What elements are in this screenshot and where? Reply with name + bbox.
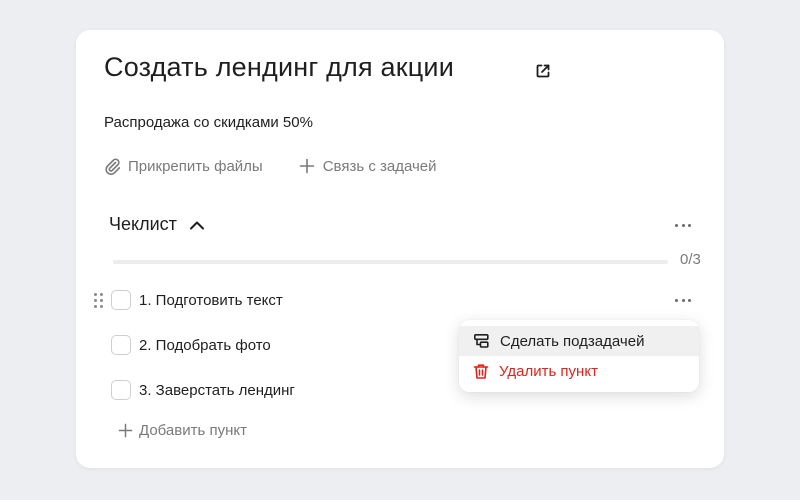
more-icon	[675, 223, 678, 227]
checklist-item: 2. Подобрать фото	[111, 335, 271, 355]
delete-item-label: Удалить пункт	[499, 362, 598, 380]
title-row: Создать лендинг для акции	[104, 52, 454, 83]
subtask-icon	[473, 333, 489, 348]
checklist-title: Чеклист	[109, 214, 177, 234]
item-more-button[interactable]	[672, 292, 694, 308]
checklist-toggle[interactable]: Чеклист	[109, 214, 205, 235]
drag-handle-icon[interactable]	[94, 292, 104, 308]
task-card: Создать лендинг для акции Распродажа со …	[76, 30, 724, 468]
add-item-label: Добавить пункт	[139, 422, 247, 439]
make-subtask-menu-item[interactable]: Сделать подзадачей	[459, 326, 699, 356]
checklist-item: 1. Подготовить текст	[111, 290, 283, 310]
checklist-item-label[interactable]: 1. Подготовить текст	[139, 292, 283, 309]
checklist-item: 3. Заверстать лендинг	[111, 380, 295, 400]
checklist-item-checkbox[interactable]	[111, 290, 131, 310]
delete-item-menu-item[interactable]: Удалить пункт	[459, 356, 699, 386]
trash-icon	[473, 363, 489, 379]
checklist-progress-bar	[113, 260, 668, 264]
checklist-more-button[interactable]	[672, 216, 694, 234]
item-context-menu: Сделать подзадачей Удалить пункт	[459, 320, 699, 392]
add-item-button[interactable]: Добавить пункт	[118, 422, 247, 439]
link-task-label: Связь с задачей	[322, 157, 437, 175]
paperclip-icon	[105, 158, 120, 175]
checklist-item-checkbox[interactable]	[111, 380, 131, 400]
checklist-count: 0/3	[680, 251, 701, 268]
link-task-button[interactable]: Связь с задачей	[299, 158, 437, 175]
plus-icon	[299, 158, 315, 174]
more-icon	[675, 298, 678, 302]
task-title[interactable]: Создать лендинг для акции	[104, 52, 454, 83]
checklist-item-checkbox[interactable]	[111, 335, 131, 355]
checklist-item-label[interactable]: 3. Заверстать лендинг	[139, 382, 295, 399]
plus-icon	[118, 423, 133, 438]
chevron-up-icon	[189, 221, 204, 229]
task-actions: Прикрепить файлы Связь с задачей	[104, 157, 473, 175]
checklist-item-label[interactable]: 2. Подобрать фото	[139, 337, 271, 354]
attach-files-button[interactable]: Прикрепить файлы	[104, 157, 263, 175]
make-subtask-label: Сделать подзадачей	[500, 332, 645, 350]
attach-files-label: Прикрепить файлы	[128, 157, 263, 175]
external-link-icon[interactable]	[534, 62, 552, 80]
task-description[interactable]: Распродажа со скидками 50%	[104, 114, 313, 131]
